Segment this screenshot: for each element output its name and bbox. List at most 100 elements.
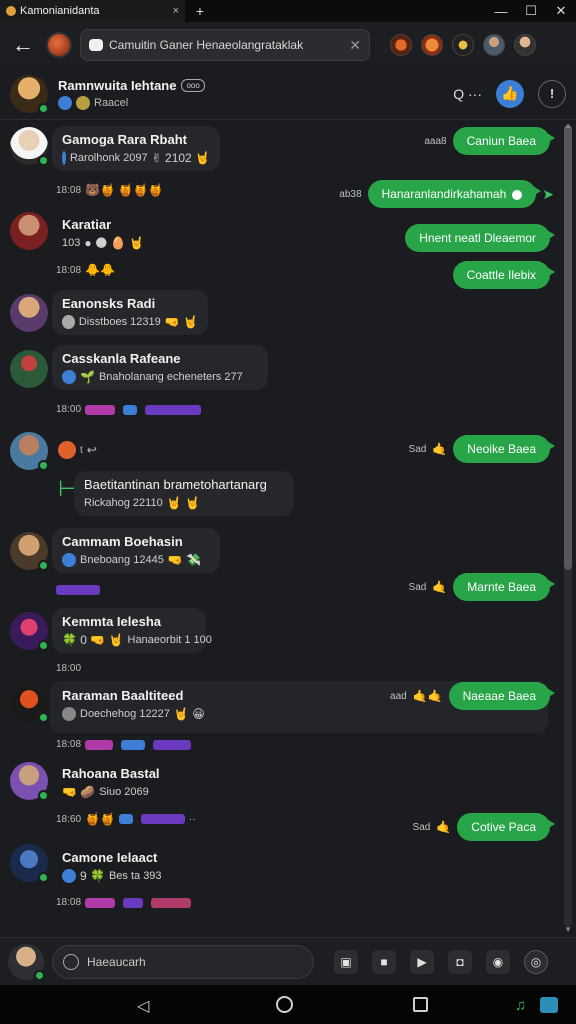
sender-avatar[interactable] (10, 762, 49, 801)
app-shortcut-icon[interactable]: ♫ (515, 997, 526, 1014)
info-button[interactable]: ! (538, 79, 566, 108)
app-shortcut-icon[interactable] (540, 997, 558, 1013)
incoming-message[interactable]: Eanonsks Radi Disstboes 12319 🤜 🤘 (52, 290, 208, 335)
clear-search-icon[interactable]: ✕ (349, 37, 361, 54)
reaction-row[interactable] (118, 814, 185, 824)
incoming-message[interactable]: Kemmta Ielesha 🍀 0 🤜 🤘 Hanaeorbit 1 100 (52, 608, 212, 653)
sender-avatar[interactable] (10, 350, 48, 388)
chat-app-window: Kamonianidanta × + — ☐ ✕ ← Camuitin Gane… (0, 0, 576, 1024)
contact-avatar[interactable] (10, 74, 49, 114)
outgoing-bubble[interactable]: Marnte Baea (453, 573, 555, 601)
online-status-icon (38, 640, 49, 651)
outgoing-bubble[interactable]: Caniun Baea (452, 127, 556, 155)
reaction-row[interactable] (85, 404, 202, 415)
message-emoji: 🤜 🥔 (62, 785, 96, 799)
sender-avatar[interactable] (10, 432, 49, 471)
nav-recents-icon[interactable] (413, 997, 428, 1012)
scroll-down-icon[interactable]: ▼ (564, 925, 572, 934)
participant-avatar[interactable] (514, 34, 536, 56)
sender-avatar[interactable] (10, 294, 48, 332)
outgoing-bubble[interactable]: Hnent neatl Dleaemor (405, 224, 555, 252)
message-text: Disstboes 12319 (78, 316, 161, 328)
nav-home-icon[interactable] (276, 996, 293, 1013)
outgoing-message[interactable]: Hnent neatl Dleaemor (405, 224, 555, 252)
sender-avatar[interactable] (10, 127, 49, 166)
scroll-up-icon[interactable]: ▲ (564, 121, 572, 130)
sender-avatar[interactable] (10, 844, 49, 883)
reaction-row[interactable]: 🐥🐥 (85, 263, 115, 277)
participant-avatar[interactable] (421, 34, 443, 56)
sender-name: Raraman Baaltiteed (62, 688, 184, 703)
chat-scrollbar[interactable] (564, 125, 572, 927)
outgoing-bubble[interactable]: Naeaae Baea (448, 682, 556, 710)
message-text: Bnaholanang echeneters 277 (98, 371, 243, 383)
outgoing-message[interactable]: aad 🤙🤙 Naeaae Baea (390, 682, 556, 710)
message-input[interactable]: Haeaucarh (52, 944, 314, 979)
channel-icon[interactable] (46, 32, 72, 58)
reaction-emoji[interactable]: 🍯🍯 (85, 812, 115, 826)
reaction-row[interactable] (56, 585, 100, 595)
my-avatar[interactable] (8, 943, 45, 981)
incoming-message[interactable]: Karatiar 103 ● 🌑 🥚 🤘 (52, 211, 162, 256)
tab-close-icon[interactable]: × (173, 5, 179, 17)
reaction-row[interactable]: 🐻🍯 🍯🍯🍯 (85, 183, 163, 197)
reaction-row[interactable] (85, 897, 192, 908)
minimize-button[interactable]: — (486, 0, 516, 22)
sender-avatar[interactable] (10, 684, 49, 723)
globe-icon (62, 151, 66, 165)
system-navigation-bar: ◁ ♫ (0, 985, 576, 1024)
nav-back-icon[interactable]: ◁ (137, 996, 149, 1016)
like-button[interactable]: 👍 (496, 79, 524, 108)
outgoing-bubble[interactable]: Coattle Ilebix (452, 261, 556, 289)
outgoing-message[interactable]: ab38 Hanaranlandirkahamah ➤ (339, 180, 554, 208)
outgoing-message[interactable]: Sad 🤙 Cotive Paca (413, 813, 555, 841)
outgoing-message[interactable]: Sad 🤙 Marnte Baea (409, 573, 555, 601)
search-input-text[interactable]: Camuitin Ganer Henaeolangrataklak (109, 38, 343, 52)
outgoing-bubble[interactable]: Hanaranlandirkahamah (367, 180, 542, 208)
outgoing-bubble[interactable]: Cotive Paca (457, 813, 555, 841)
sender-avatar[interactable] (10, 212, 48, 250)
scrollbar-thumb[interactable] (564, 125, 572, 570)
incoming-message[interactable]: Baetitantinan brametohartanarg Rickahog … (74, 471, 294, 516)
image-icon[interactable]: ▣ (334, 949, 358, 974)
online-status-icon (38, 712, 49, 723)
participant-avatar[interactable] (452, 34, 474, 56)
outgoing-message[interactable]: Coattle Ilebix (452, 261, 556, 289)
back-arrow-icon[interactable]: ← (8, 30, 38, 60)
new-tab-button[interactable]: + (189, 3, 211, 19)
mic-icon[interactable]: ◉ (486, 949, 510, 974)
incoming-message[interactable]: Camone Ielaact 9 🍀 Bes ta 393 (52, 844, 212, 889)
incoming-message[interactable]: Raraman Baaltiteed Doechehog 12227 🤘 😀 (52, 682, 232, 727)
timestamp: 18:08 (56, 264, 82, 276)
maximize-button[interactable]: ☐ (516, 0, 546, 22)
outgoing-message[interactable]: Sad 🤙 Neoike Baea (409, 435, 555, 463)
message-list[interactable]: Gamoga Rara Rbaht Rarolhonk 2097 ✌ 2102 🤘… (0, 121, 576, 937)
gif-icon[interactable]: ◘ (448, 949, 472, 974)
reaction-icon[interactable] (58, 441, 76, 459)
sender-avatar[interactable] (10, 532, 49, 571)
search-icon[interactable]: Q ··· (453, 86, 482, 102)
message-meta: 18:00 (56, 404, 202, 415)
participant-avatar[interactable] (483, 34, 505, 56)
incoming-message[interactable]: Rahoana Bastal 🤜 🥔 Siuo 2069 (52, 760, 212, 805)
participant-avatar[interactable] (390, 34, 412, 56)
close-window-button[interactable]: ✕ (546, 0, 576, 22)
more-options-icon[interactable]: ◎ (524, 949, 548, 974)
emoji-picker-icon[interactable] (63, 953, 79, 970)
incoming-message[interactable]: Casskanla Rafeane 🌱 Bnaholanang echeneter… (52, 345, 268, 390)
outgoing-bubble[interactable]: Neoike Baea (453, 435, 555, 463)
sender-avatar[interactable] (10, 612, 49, 651)
incoming-message[interactable]: Cammam Boehasin Bneboang 12445 🤜 💸 (52, 528, 220, 573)
reply-icon[interactable]: ↩ (87, 443, 97, 457)
message-text: Siuo 2069 (99, 786, 149, 798)
reaction-row[interactable] (85, 739, 192, 750)
sticker-icon[interactable]: ■ (372, 949, 396, 974)
incoming-message[interactable]: Gamoga Rara Rbaht Rarolhonk 2097 ✌ 2102 🤘 (52, 126, 220, 171)
search-input[interactable]: Camuitin Ganer Henaeolangrataklak ✕ (80, 29, 370, 61)
browser-tab[interactable]: Kamonianidanta × (0, 0, 185, 22)
message-text: Rickahog 22110 (84, 497, 163, 509)
video-icon[interactable]: ▶ (410, 949, 434, 974)
outgoing-message[interactable]: aaa8 Caniun Baea (424, 127, 556, 155)
message-input-placeholder: Haeaucarh (87, 954, 146, 969)
reply-meta: t ↩ (58, 441, 97, 459)
